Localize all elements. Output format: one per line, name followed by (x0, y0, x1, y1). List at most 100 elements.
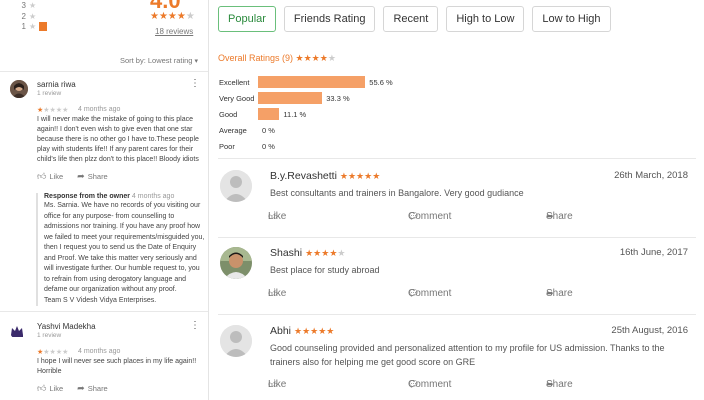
distribution-bar (258, 76, 366, 88)
histogram-row-3: 3 ★ (0, 0, 37, 11)
histogram-row-1: 1 ★ (0, 21, 47, 32)
left-review-item: Yashvi Madekha 1 review ⋮ ★★★★★ 4 months… (10, 321, 202, 400)
share-label: Share (87, 172, 108, 181)
review-date: 26th March, 2018 (614, 170, 688, 181)
distribution-label: Very Good (219, 93, 255, 103)
reviewer-name[interactable]: Abhi ★★★★★ (270, 325, 334, 337)
comment-label: Comment (408, 210, 452, 222)
distribution-row-excellent: Excellent 55.6 % (219, 76, 393, 88)
review-text: Best place for study abroad (270, 265, 380, 275)
tab-friends-rating[interactable]: Friends Rating (283, 6, 376, 32)
average-stars: ★★★★★ (150, 11, 195, 22)
review-stars: ★★★★★ (37, 107, 69, 114)
owner-response-time: 4 months ago (131, 193, 175, 200)
review-stars-on: ★★★★ (305, 248, 338, 258)
like-label: Like (49, 384, 64, 393)
avatar (220, 170, 252, 202)
comment-label: Comment (408, 287, 452, 299)
crown-icon (11, 326, 23, 337)
share-icon: ➦ (77, 171, 85, 181)
reviewer-name-text: Shashi (270, 247, 303, 259)
left-review-panel: 3 ★ 2 ★ 1 ★ 4.0 ★★★★★ 18 reviews Sort by… (0, 0, 208, 400)
histogram-bar (39, 22, 47, 31)
distribution-bar (258, 108, 280, 120)
default-user-icon (220, 325, 252, 357)
review-item: Abhi ★★★★★ 25th August, 2016 Good counsel… (218, 325, 696, 400)
chevron-down-icon: ▾ (194, 58, 198, 65)
default-user-icon (220, 170, 252, 202)
star-icon: ★ (29, 22, 37, 31)
distribution-percent: 11.1 % (283, 109, 307, 119)
more-options-icon[interactable]: ⋮ (190, 79, 200, 89)
share-button[interactable]: ➦ Share (77, 383, 108, 394)
reviewer-review-count: 1 review (37, 332, 62, 339)
review-text: I hope I will never see such places in m… (37, 358, 197, 375)
distribution-percent: 55.6 % (369, 77, 393, 87)
distribution-percent: 0 % (262, 125, 275, 135)
divider (0, 71, 208, 72)
owner-response-label: Response from the owner (44, 193, 130, 200)
reviewer-name[interactable]: sarnia riwa (37, 80, 76, 89)
divider (218, 158, 696, 159)
review-count-link[interactable]: 18 reviews (155, 27, 193, 36)
sort-tabs: Popular Friends Rating Recent High to Lo… (218, 6, 611, 32)
tab-recent[interactable]: Recent (383, 6, 439, 32)
avatar (10, 80, 28, 98)
left-review-item: sarnia riwa 1 review ⋮ ★★★★★ 4 months ag… (10, 79, 204, 310)
more-options-icon[interactable]: ⋮ (190, 321, 200, 331)
distribution-label: Average (219, 125, 247, 135)
review-text: I will never make the mistake of going t… (37, 116, 199, 163)
share-label: Share (87, 384, 108, 393)
avatar-photo-icon (220, 247, 252, 279)
distribution-row-very-good: Very Good 33.3 % (219, 92, 350, 104)
review-time: 4 months ago (78, 348, 121, 355)
reviewer-name[interactable]: B.y.Revashetti ★★★★★ (270, 170, 380, 182)
like-button[interactable]: 👍︎ Like (37, 171, 63, 182)
avatar-photo-icon (10, 80, 28, 98)
share-label: Share (546, 378, 573, 390)
avatar (10, 322, 28, 340)
reviewer-name[interactable]: Yashvi Madekha (37, 322, 96, 331)
like-label: Like (49, 172, 64, 181)
reviewer-name-text: Abhi (270, 325, 292, 337)
tab-popular[interactable]: Popular (218, 6, 276, 32)
review-stars: ★★★★★ (37, 349, 69, 356)
like-label: Like (268, 210, 287, 222)
distribution-row-poor: Poor 0 % (219, 140, 275, 152)
owner-response-text: Ms. Sarnia. We have no records of you vi… (44, 202, 205, 304)
distribution-row-good: Good 11.1 % (219, 108, 306, 120)
overall-stars: ★★★★★ (295, 53, 336, 63)
review-text: Good counseling provided and personalize… (270, 343, 665, 367)
comment-label: Comment (408, 378, 452, 390)
tab-low-to-high[interactable]: Low to High (532, 6, 611, 32)
avatar (220, 247, 252, 279)
review-stars: ★★★★★ (339, 171, 381, 181)
share-button[interactable]: ➦ Share (77, 171, 108, 182)
review-date: 16th June, 2017 (619, 247, 688, 258)
overall-ratings-label: Overall Ratings (9) (218, 53, 294, 63)
distribution-label: Good (219, 109, 238, 119)
sort-dropdown[interactable]: Sort by: Lowest rating ▾ (120, 56, 198, 65)
review-time: 4 months ago (78, 106, 121, 113)
share-icon: ➦ (77, 383, 85, 393)
histogram-label: 2 (21, 12, 26, 21)
distribution-percent: 33.3 % (326, 93, 350, 103)
distribution-label: Excellent (219, 77, 250, 87)
distribution-bar (258, 92, 323, 104)
star-icon: ★ (29, 12, 37, 21)
reviewer-name[interactable]: Shashi ★★★★★ (270, 247, 345, 259)
distribution-label: Poor (219, 141, 235, 151)
review-actions: 👍︎ Like ➦ Share (37, 171, 108, 182)
review-stars-off: ★ (337, 248, 346, 258)
tab-high-to-low[interactable]: High to Low (446, 6, 525, 32)
divider (218, 314, 696, 315)
divider (218, 237, 696, 238)
review-item: Shashi ★★★★★ 16th June, 2017 Best place f… (218, 247, 696, 309)
review-stars: ★★★★★ (294, 326, 335, 336)
review-item: B.y.Revashetti ★★★★★ 26th March, 2018 Bes… (218, 170, 696, 232)
like-button[interactable]: 👍︎ Like (37, 383, 63, 394)
panel-divider (208, 0, 209, 400)
share-label: Share (546, 210, 573, 222)
review-stars: ★★★★★ (305, 248, 345, 258)
thumbs-up-icon: 👍︎ (37, 383, 47, 393)
